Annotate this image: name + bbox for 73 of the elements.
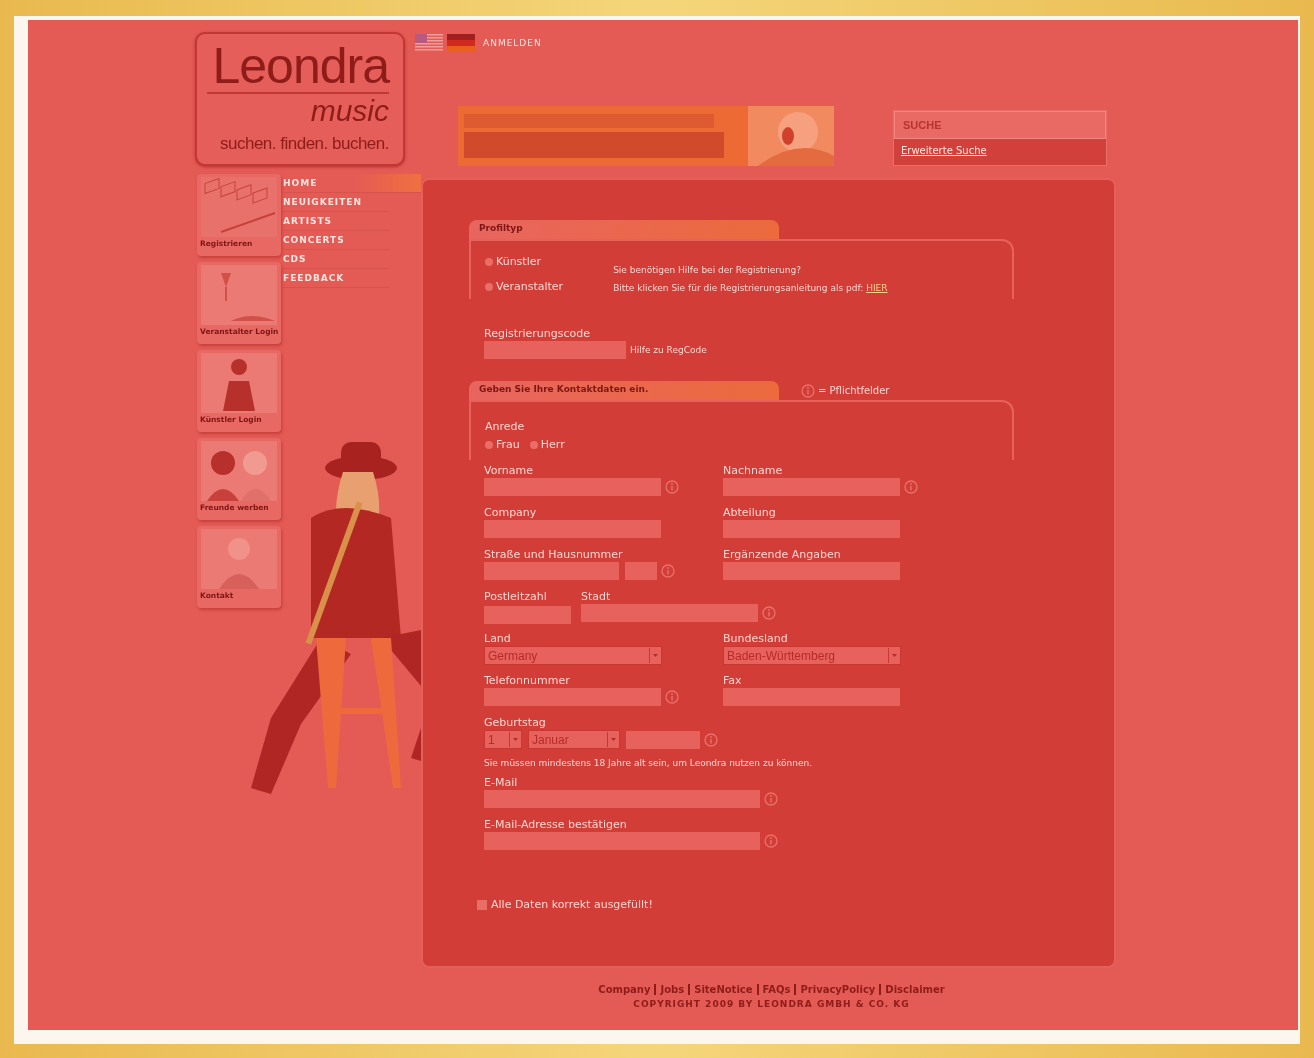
dropdown[interactable]: Baden-Württemberg <box>723 646 901 665</box>
field-label: Ergänzende Angaben <box>723 548 842 562</box>
text-field[interactable] <box>484 478 661 496</box>
logo[interactable]: Leondra music suchen. finden. buchen. <box>195 32 405 166</box>
field-label: E-Mail <box>484 776 519 790</box>
text-field[interactable] <box>723 688 900 706</box>
help-text: Hilfe zu RegCode <box>630 345 707 355</box>
age-note: Sie müssen mindestens 18 Jahre alt sein, um Leondra nutzen zu können. <box>484 758 814 768</box>
footer-link[interactable]: Disclaimer <box>879 984 949 995</box>
flag-icon[interactable] <box>447 34 475 52</box>
field-label: Stadt <box>581 590 612 604</box>
field-label: Nachname <box>723 464 784 478</box>
field-label: Abteilung <box>723 506 777 520</box>
field-label: Company <box>484 506 538 520</box>
text-field[interactable] <box>723 562 900 580</box>
text-field[interactable] <box>484 832 760 850</box>
nav-link[interactable]: CDS <box>283 250 389 269</box>
nav-link[interactable]: ARTISTS <box>283 212 389 231</box>
caret-icon <box>888 648 900 663</box>
pdf-link[interactable]: HIER <box>866 283 888 293</box>
field-label: Land <box>484 632 512 646</box>
text-field[interactable] <box>723 478 900 496</box>
field-label: Anrede <box>485 420 526 434</box>
radio-option[interactable]: Herr <box>529 438 565 451</box>
dropdown[interactable]: 1 <box>484 730 522 749</box>
nav-link[interactable]: NEUIGKEITEN <box>283 193 389 212</box>
info-icon <box>801 383 815 398</box>
year-field[interactable] <box>626 730 700 749</box>
street-field[interactable] <box>484 562 619 580</box>
nav-link[interactable]: HOME <box>283 174 421 193</box>
advanced-search-link[interactable]: Erweiterte Suche <box>894 139 1106 162</box>
field-label: Vorname <box>484 464 534 478</box>
nav-link[interactable]: FEEDBACK <box>283 269 389 288</box>
required-note: = Pflichtfelder <box>818 385 890 396</box>
confirm-checkbox[interactable]: Alle Daten korrekt ausgefüllt! <box>477 898 1014 911</box>
code-field[interactable] <box>484 341 626 359</box>
footer-link[interactable]: Company <box>594 984 655 995</box>
field-label: Fax <box>723 674 743 688</box>
field-label: Bundesland <box>723 632 789 646</box>
footer-link[interactable]: PrivacyPolicy <box>794 984 880 995</box>
radio-option[interactable]: Veranstalter <box>485 280 564 293</box>
caret-icon <box>649 648 661 663</box>
logo-title: Leondra <box>207 40 389 94</box>
footer-link[interactable]: FAQs <box>756 984 795 995</box>
dropdown[interactable]: Januar <box>528 730 620 749</box>
footer-link[interactable]: Jobs <box>654 984 689 995</box>
city-field[interactable] <box>581 604 758 622</box>
help-text: Bitte klicken Sie für die Registrierungsanleitung als pdf: HIER <box>613 283 888 293</box>
field-label: E-Mail-Adresse bestätigen <box>484 818 628 832</box>
radio-option[interactable]: Künstler <box>485 255 564 268</box>
logo-subtitle: music <box>310 94 389 128</box>
radio-option[interactable]: Frau <box>485 438 520 451</box>
text-field[interactable] <box>723 520 900 538</box>
field-label: Postleitzahl <box>484 590 548 604</box>
copyright: COPYRIGHT 2009 BY LEONDRA GMBH & CO. KG <box>632 999 911 1009</box>
text-field[interactable] <box>484 790 760 808</box>
flag-icon[interactable] <box>415 34 443 52</box>
logo-tagline: suchen. finden. buchen. <box>219 134 389 154</box>
house-number-field[interactable] <box>625 562 657 580</box>
field-label: Registrierungscode <box>484 327 592 341</box>
caret-icon <box>509 732 521 747</box>
dropdown[interactable]: Germany <box>484 646 662 665</box>
text-field[interactable] <box>484 688 661 706</box>
caret-icon <box>607 732 619 747</box>
login-link[interactable]: ANMELDEN <box>483 38 542 48</box>
postcode-field[interactable] <box>484 605 571 624</box>
help-text: Sie benötigen Hilfe bei der Registrierung? <box>613 265 802 275</box>
field-label: Straße und Hausnummer <box>484 548 624 562</box>
text-field[interactable] <box>484 520 661 538</box>
footer-link[interactable]: SiteNotice <box>688 984 757 995</box>
nav-link[interactable]: CONCERTS <box>283 231 389 250</box>
field-label: Geburtstag <box>484 716 547 730</box>
field-label: Telefonnummer <box>484 674 571 688</box>
